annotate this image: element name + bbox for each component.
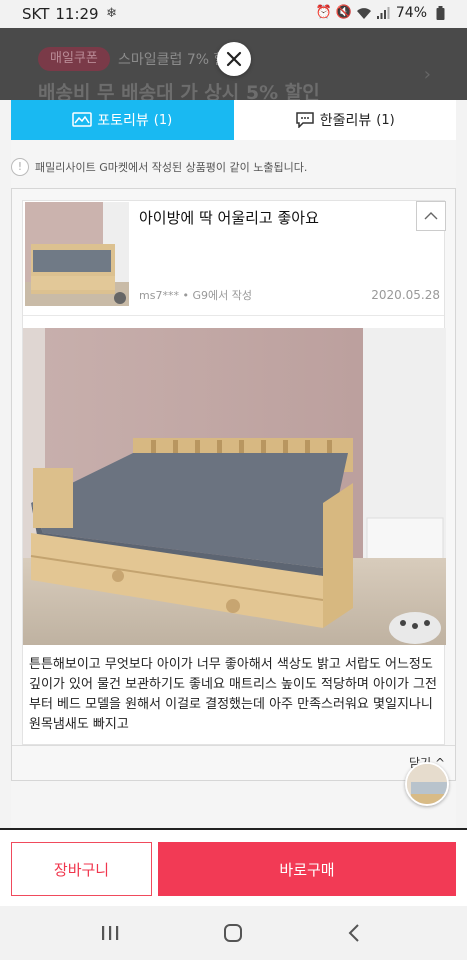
recent-apps-icon (102, 926, 119, 940)
purchase-bar: 장바구니 바로구매 (0, 828, 467, 906)
battery-percent: 74% (395, 5, 427, 21)
close-button[interactable] (217, 42, 251, 76)
buy-now-button[interactable]: 바로구매 (158, 842, 456, 896)
review-tabs: 포토리뷰 (1) 한줄리뷰 (1) (11, 100, 456, 140)
review-item: 아이방에 딱 어울리고 좋아요 ms7*** • G9에서 작성 2020.05… (22, 200, 446, 745)
review-list: 아이방에 딱 어울리고 좋아요 ms7*** • G9에서 작성 2020.05… (11, 188, 456, 781)
promo-headline: 배송비 무 배송대 가 상시 5% 할인 (38, 82, 320, 100)
chevron-up-icon (424, 212, 438, 220)
review-thumbnail[interactable] (25, 202, 129, 306)
review-meta: ms7*** • G9에서 작성 (139, 287, 252, 303)
tab-line-review[interactable]: 한줄리뷰 (1) (233, 100, 456, 140)
family-site-notice: ! 패밀리사이트 G마켓에서 작성된 상품평이 같이 노출됩니다. (11, 140, 456, 180)
tab-line-review-label: 한줄리뷰 (319, 113, 372, 129)
collapse-button[interactable] (416, 201, 446, 231)
divider (23, 315, 444, 316)
close-icon (226, 51, 242, 67)
home-button[interactable] (218, 920, 248, 946)
tab-photo-review[interactable]: 포토리뷰 (1) (11, 100, 234, 140)
home-icon (224, 924, 242, 942)
status-bar: SKT 11:29 ❄ ⏰ 🔇 74% (0, 0, 467, 28)
recent-item-thumbnail[interactable] (405, 762, 449, 806)
clock: 11:29 (55, 5, 99, 23)
back-icon (348, 924, 359, 942)
signal-icon (376, 6, 390, 20)
review-modal: 포토리뷰 (1) 한줄리뷰 (1) ! 패밀리사이트 G마켓에서 작성된 상품평… (11, 100, 456, 828)
chevron-right-icon: › (423, 64, 431, 85)
tab-line-review-count: (1) (376, 112, 395, 128)
review-body: 튼튼해보이고 무엇보다 아이가 너무 좋아해서 색상도 밝고 서랍도 어느정도 … (29, 657, 437, 732)
speech-bubble-icon (296, 112, 314, 128)
wifi-icon (356, 6, 371, 20)
coupon-badge: 매일쿠폰 (38, 47, 110, 71)
review-author: ms7*** (139, 289, 179, 302)
review-footer: 닫기 ^ (12, 745, 455, 781)
tab-photo-review-count: (1) (153, 112, 173, 128)
system-nav-bar (0, 906, 467, 960)
back-button[interactable] (339, 920, 369, 946)
review-date: 2020.05.28 (371, 288, 440, 302)
photo-review-icon (72, 112, 93, 127)
battery-icon (433, 6, 447, 20)
review-title: 아이방에 딱 어울리고 좋아요 (139, 209, 319, 227)
snowflake-icon: ❄ (106, 6, 118, 21)
notice-text: 패밀리사이트 G마켓에서 작성된 상품평이 같이 노출됩니다. (35, 161, 308, 174)
tab-photo-review-label: 포토리뷰 (97, 113, 149, 129)
exclamation-icon: ! (11, 158, 29, 176)
recent-apps-button[interactable] (95, 920, 125, 946)
mute-icon: 🔇 (335, 5, 353, 20)
alarm-icon: ⏰ (315, 5, 333, 20)
review-photo[interactable] (23, 328, 446, 645)
meta-separator: • (182, 289, 193, 302)
review-source: G9에서 작성 (192, 289, 252, 302)
add-to-cart-button[interactable]: 장바구니 (11, 842, 152, 896)
carrier-label: SKT (22, 5, 50, 23)
promo-text: 스마일클럽 7% 할 (118, 52, 227, 68)
